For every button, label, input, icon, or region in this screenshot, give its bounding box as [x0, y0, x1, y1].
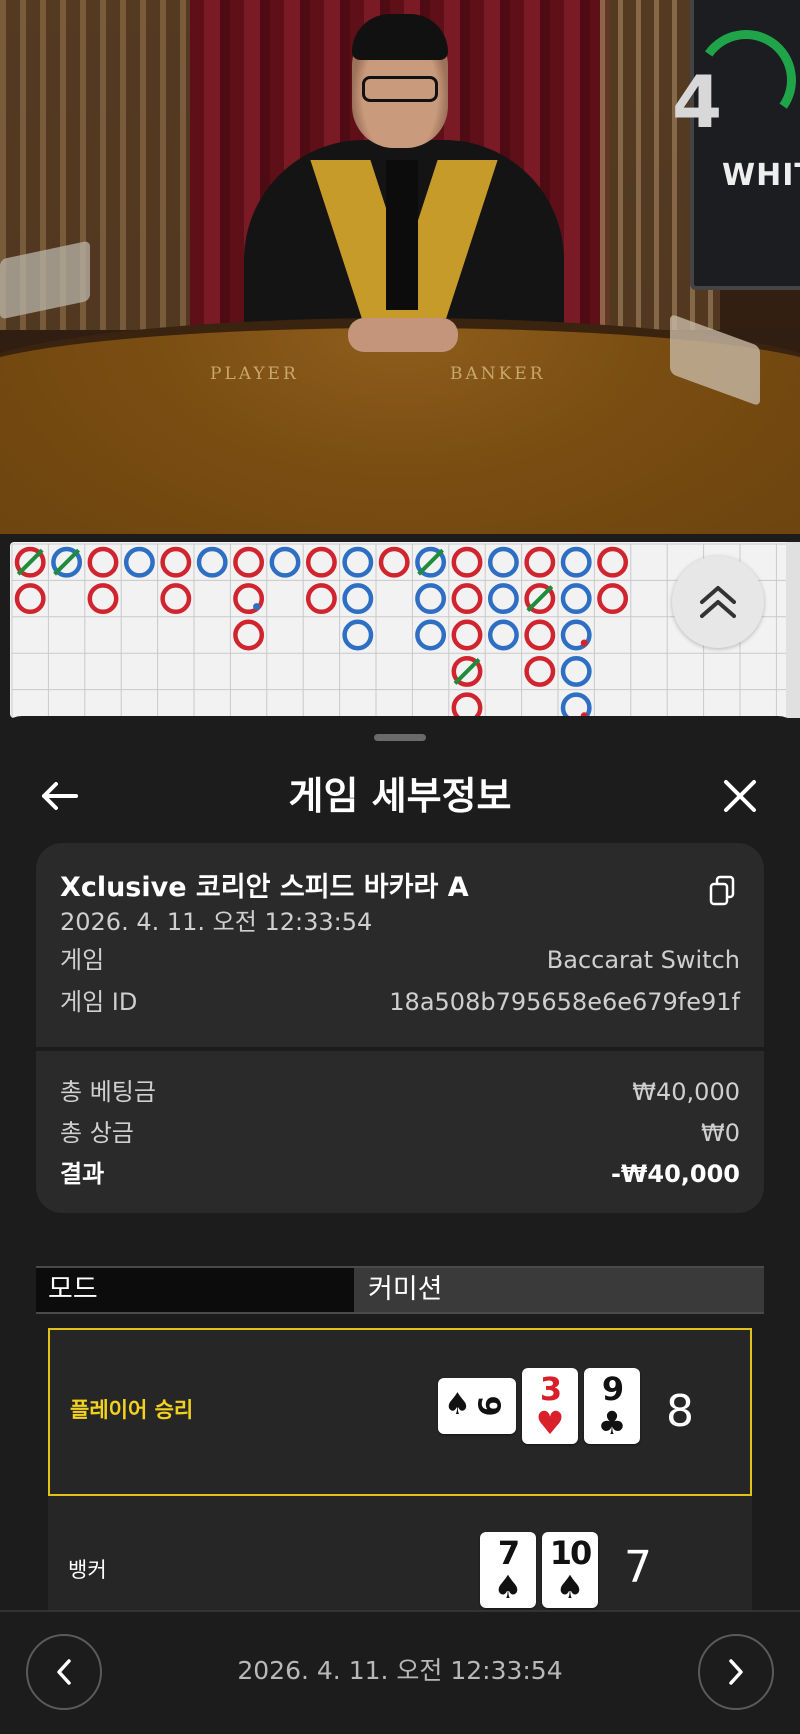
- pair-marker: [253, 603, 261, 611]
- playing-card: 3 ♥: [522, 1368, 578, 1444]
- player-result-marker: [196, 546, 228, 578]
- chevron-double-up-icon: [700, 586, 736, 618]
- player-hand-label: 플레이어 승리: [70, 1398, 194, 1422]
- player-result-marker: [487, 583, 519, 615]
- game-value: Baccarat Switch: [546, 946, 740, 974]
- round-timestamp: 2026. 4. 11. 오전 12:33:54: [237, 1656, 563, 1685]
- banker-result-marker: [87, 583, 119, 615]
- banker-result-marker: [524, 546, 556, 578]
- copy-icon: [709, 875, 735, 906]
- sheet-drag-handle[interactable]: [374, 734, 426, 741]
- card-rank: 9: [470, 1395, 506, 1415]
- studio-brand-text: WHITE: [722, 158, 800, 193]
- player-result-marker: [487, 546, 519, 578]
- dealer-glasses: [362, 76, 438, 102]
- banker-result-marker: [597, 546, 629, 578]
- game-info-card: Xclusive 코리안 스피드 바카라 A 2026. 4. 11. 오전 1…: [36, 843, 764, 1213]
- banker-result-marker: [451, 619, 483, 651]
- card-suit: ♠: [444, 1387, 471, 1422]
- game-details-sheet: 게임 세부정보 Xclusive 코리안 스피드 바카라 A 2026. 4. …: [0, 716, 800, 1734]
- banker-result-marker: [524, 655, 556, 687]
- player-result-marker: [415, 619, 447, 651]
- banker-result-marker: [14, 583, 46, 615]
- card-suit: ♣: [597, 1404, 627, 1442]
- card-divider: [36, 1047, 764, 1051]
- pair-marker: [580, 639, 588, 647]
- mode-value: 커미션: [368, 1274, 443, 1305]
- back-button[interactable]: [36, 772, 84, 820]
- game-label: 게임: [60, 946, 105, 974]
- playing-card: 9 ♣: [584, 1368, 640, 1444]
- total-win-label: 총 상금: [60, 1119, 134, 1147]
- total-bet-label: 총 베팅금: [60, 1078, 156, 1106]
- banker-hand-label: 뱅커: [68, 1558, 107, 1582]
- result-value: -₩40,000: [610, 1160, 740, 1188]
- player-result-marker: [269, 546, 301, 578]
- game-id-value: 18a508b795658e6e679fe91f: [389, 988, 740, 1016]
- dealer-shirt: [386, 160, 418, 310]
- arrow-left-icon: [42, 782, 78, 810]
- player-result-marker: [123, 546, 155, 578]
- player-result-marker: [560, 583, 592, 615]
- playing-card: 7 ♠: [480, 1532, 536, 1608]
- banker-result-marker: [451, 546, 483, 578]
- banker-result-marker: [160, 546, 192, 578]
- game-timestamp: 2026. 4. 11. 오전 12:33:54: [60, 908, 373, 936]
- close-button[interactable]: [716, 772, 764, 820]
- banker-result-marker: [305, 583, 337, 615]
- next-round-button[interactable]: [698, 1634, 774, 1710]
- player-result-marker: [342, 546, 374, 578]
- player-result-marker: [560, 655, 592, 687]
- player-result-marker: [342, 583, 374, 615]
- player-hand-row: 플레이어 승리 9 ♠ 3 ♥ 9 ♣ 8: [48, 1328, 752, 1496]
- card-rank: 3: [539, 1370, 562, 1408]
- banker-result-marker: [233, 546, 265, 578]
- player-result-marker: [487, 619, 519, 651]
- page-title: 게임 세부정보: [288, 774, 512, 818]
- result-label: 결과: [60, 1160, 105, 1188]
- total-bet-value: ₩40,000: [632, 1078, 740, 1106]
- close-icon: [724, 780, 756, 812]
- player-score: 8: [666, 1386, 694, 1437]
- side-roadmap-strip: [786, 542, 800, 718]
- mode-label: 모드: [36, 1268, 354, 1312]
- card-suit: ♥: [535, 1404, 565, 1442]
- chevron-right-icon: [729, 1659, 743, 1685]
- banker-result-marker: [451, 692, 483, 718]
- round-navigation-bar: 2026. 4. 11. 오전 12:33:54: [0, 1610, 800, 1734]
- banker-result-marker: [160, 583, 192, 615]
- card-rank: 7: [497, 1534, 520, 1572]
- table-label-banker: BANKER: [450, 364, 546, 384]
- expand-roadmap-button[interactable]: [672, 556, 764, 648]
- card-suit: ♠: [493, 1568, 523, 1606]
- player-result-marker: [560, 546, 592, 578]
- playing-card: 9 ♠: [438, 1378, 516, 1434]
- mode-row: 모드 커미션: [36, 1266, 764, 1314]
- banker-result-marker: [305, 546, 337, 578]
- banker-result-marker: [597, 583, 629, 615]
- copy-button[interactable]: [708, 875, 736, 907]
- card-suit: ♠: [555, 1568, 585, 1606]
- table-label-player: PLAYER: [210, 364, 299, 384]
- game-id-label: 게임 ID: [60, 988, 138, 1016]
- banker-result-marker: [87, 546, 119, 578]
- card-rank: 10: [549, 1534, 593, 1572]
- banker-result-marker: [451, 583, 483, 615]
- banker-result-marker: [378, 546, 410, 578]
- card-rank: 9: [601, 1370, 624, 1408]
- playing-card: 10 ♠: [542, 1532, 598, 1608]
- countdown-timer-value: 4: [672, 60, 723, 144]
- banker-score: 7: [624, 1542, 652, 1593]
- banker-result-marker: [524, 619, 556, 651]
- banker-result-marker: [233, 619, 265, 651]
- table-name: Xclusive 코리안 스피드 바카라 A: [60, 872, 469, 903]
- live-video-feed: 4 WHITE PLAYER BANKER: [0, 0, 800, 534]
- player-result-marker: [415, 583, 447, 615]
- dealer-hands: [348, 318, 458, 352]
- player-result-marker: [342, 619, 374, 651]
- total-win-value: ₩0: [701, 1119, 740, 1147]
